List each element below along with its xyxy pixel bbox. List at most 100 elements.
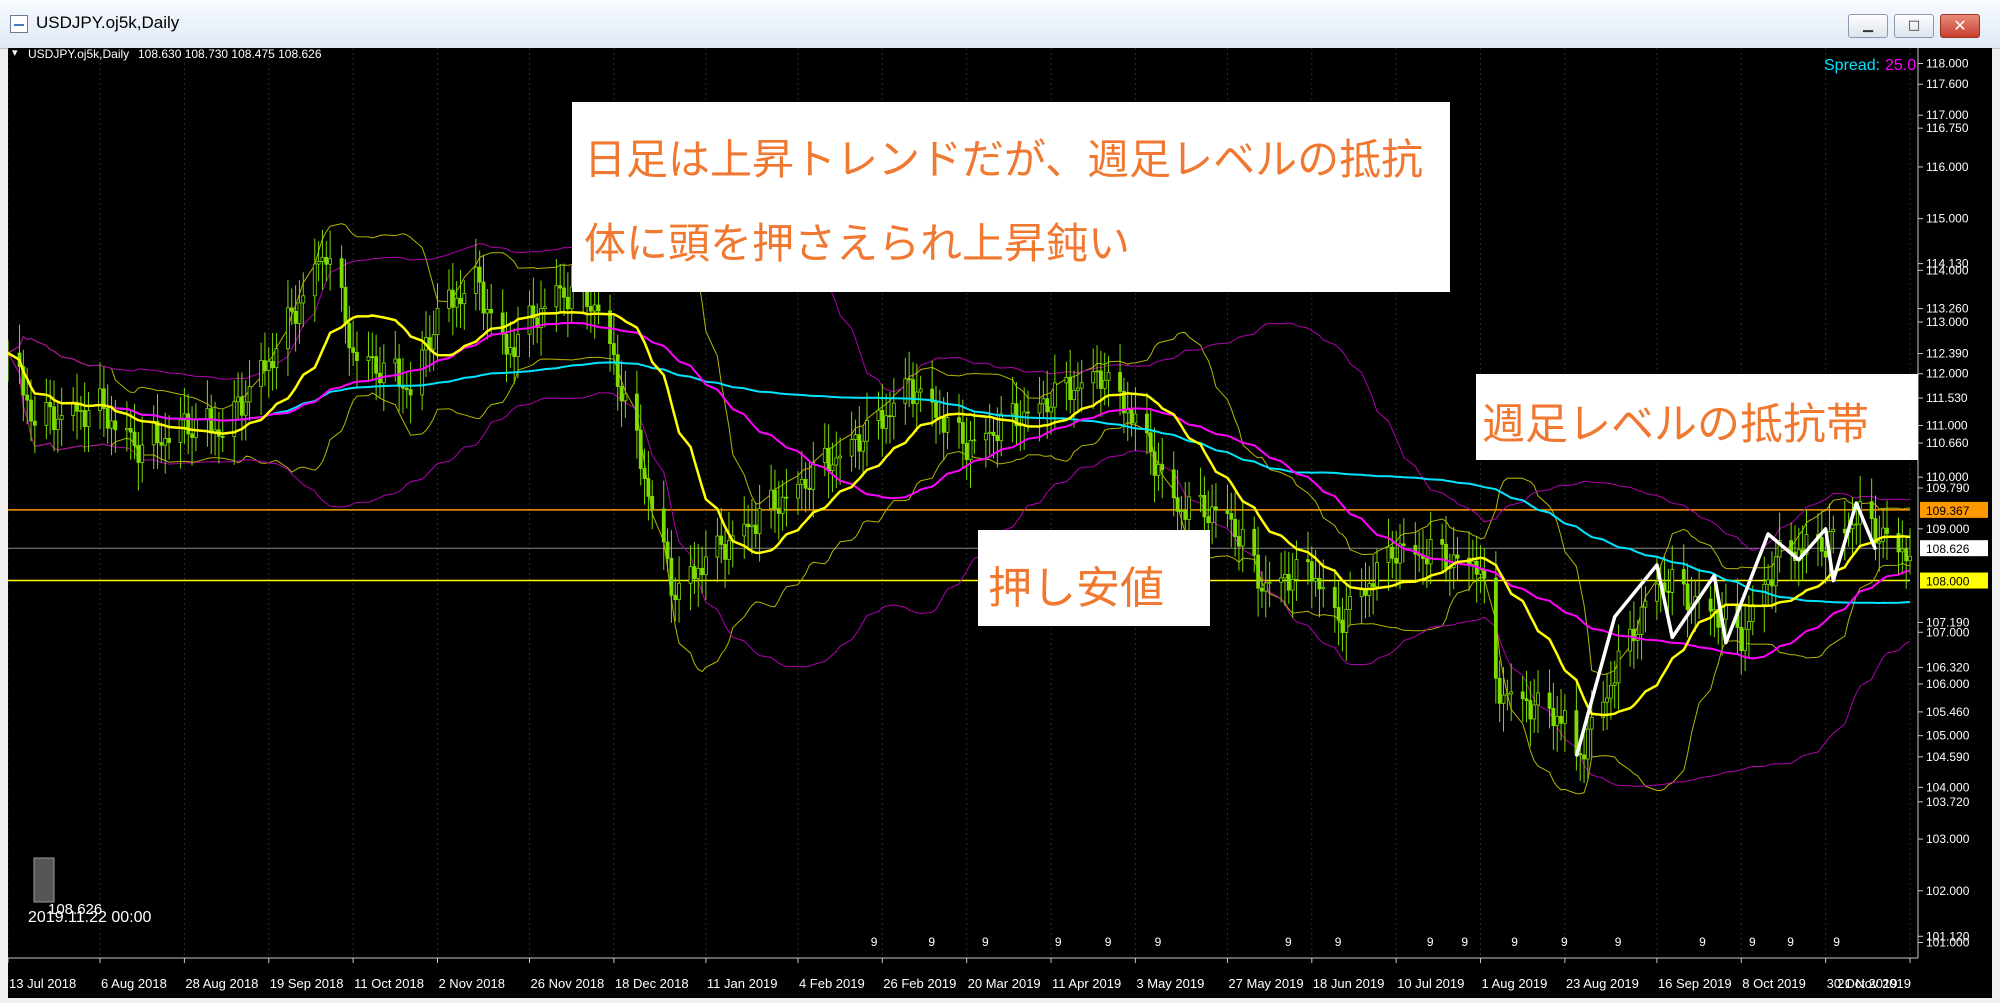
event-marker: 9 — [1749, 935, 1756, 949]
candle-body — [1501, 694, 1506, 704]
candle-body — [297, 302, 302, 324]
candle-body — [1075, 387, 1080, 391]
callout-trend-line1: 日足は上昇トレンドだが、週足レベルの抵抗 — [584, 135, 1424, 184]
x-tick-label: 11 Jan 2019 — [707, 976, 778, 991]
candle-body — [1589, 716, 1594, 730]
candle-body — [615, 354, 620, 387]
candle-body — [884, 415, 889, 429]
candle-body — [240, 396, 244, 416]
candle-body — [420, 349, 425, 396]
candle-body — [193, 418, 198, 438]
candle-body — [1041, 398, 1046, 405]
candle-body — [1394, 557, 1399, 564]
candle-body — [822, 447, 827, 463]
candle-body — [159, 442, 164, 446]
minimize-button[interactable]: ▁ — [1848, 14, 1888, 38]
candle-body — [1187, 496, 1191, 520]
candle-body — [243, 401, 248, 416]
y-tick-label: 103.720 — [1926, 795, 1970, 809]
candle-body — [611, 343, 616, 356]
candle-body — [1068, 377, 1073, 401]
candle-body — [1885, 527, 1889, 534]
candle-body — [1256, 554, 1261, 589]
candle-body — [554, 285, 559, 308]
y-tick-label: 111.530 — [1926, 391, 1968, 405]
x-tick-label: 28 Aug 2018 — [185, 976, 258, 991]
candle-body — [642, 468, 647, 479]
candle-body — [1179, 510, 1184, 512]
candle-body — [29, 399, 33, 422]
candle-body — [1766, 579, 1771, 585]
moving-averages — [7, 310, 1911, 717]
candle-body — [1359, 589, 1364, 597]
candle-body — [742, 523, 747, 537]
candle-body — [381, 362, 386, 384]
candle-body — [1739, 626, 1744, 651]
candle-body — [485, 308, 490, 314]
candle-body — [163, 438, 168, 446]
candle-body — [1390, 546, 1395, 559]
candle-body — [312, 263, 317, 297]
candle-body — [1455, 554, 1460, 559]
y-tick-label: 116.750 — [1926, 121, 1969, 135]
maximize-button[interactable]: □ — [1894, 14, 1934, 38]
candle-body — [1482, 569, 1487, 579]
candle-body — [727, 540, 731, 560]
candle-body — [1129, 409, 1134, 424]
candle-body — [263, 360, 267, 372]
candle-body — [1681, 569, 1686, 585]
candle-body — [1079, 382, 1084, 389]
candle-body — [780, 496, 785, 514]
y-tick-label: 104.000 — [1926, 780, 1970, 794]
candle-body — [646, 478, 651, 497]
candle-body — [1183, 510, 1188, 520]
candle-body — [274, 348, 279, 369]
x-tick-label: 26 Feb 2019 — [883, 976, 956, 991]
event-marker: 9 — [1427, 935, 1434, 949]
candle-body — [450, 289, 455, 308]
candle-body — [696, 567, 701, 579]
close-button[interactable]: ✕ — [1940, 14, 1980, 38]
candle-body — [592, 304, 597, 312]
y-tick-label: 117.600 — [1926, 77, 1969, 91]
candle-body — [861, 440, 866, 452]
y-tick-label: 112.390 — [1926, 347, 1969, 361]
x-tick-label: 19 Sep 2018 — [270, 976, 344, 991]
candle-body — [481, 281, 486, 314]
y-tick-label: 109.000 — [1926, 522, 1970, 536]
chart-menu-arrow[interactable]: ▾ — [12, 47, 18, 59]
candle-body — [1340, 619, 1345, 633]
candle-body — [105, 408, 110, 429]
candle-body — [1605, 697, 1609, 703]
event-marker: 9 — [1511, 935, 1518, 949]
candle-body — [293, 310, 298, 324]
x-tick-label: 18 Jun 2019 — [1313, 976, 1385, 991]
y-tick-label: 117.000 — [1926, 108, 1969, 122]
candle-body — [347, 322, 352, 349]
candle-body — [1233, 518, 1237, 537]
candle-body — [934, 401, 938, 418]
candle-body — [370, 356, 375, 359]
candle-body — [1317, 578, 1322, 590]
event-marker: 9 — [1105, 935, 1112, 949]
candle-body — [500, 312, 505, 335]
time-axis: 13 Jul 2018 6 Aug 2018 28 Aug 2018 19 Sep 2… — [7, 935, 1911, 991]
candle-body — [983, 432, 988, 441]
candle-body — [1049, 406, 1053, 413]
candle-body — [1037, 403, 1042, 414]
candle-body — [673, 594, 678, 601]
candle-body — [1306, 559, 1310, 563]
candle-body — [1348, 596, 1353, 610]
candle-body — [1072, 389, 1076, 401]
candle-body — [1585, 728, 1590, 760]
x-tick-label: 8 Oct 2019 — [1742, 976, 1806, 991]
candle-body — [447, 289, 451, 309]
candle-body — [1831, 528, 1836, 533]
y-tick-label: 115.000 — [1926, 212, 1969, 226]
chart-shift-handle[interactable] — [33, 857, 55, 903]
candle-body — [1547, 692, 1552, 709]
candle-body — [1321, 587, 1326, 590]
crosshair-info: 108.626 2019.11.22 00:00 — [28, 857, 151, 926]
candle-body — [431, 334, 436, 350]
candle-body — [393, 358, 398, 364]
